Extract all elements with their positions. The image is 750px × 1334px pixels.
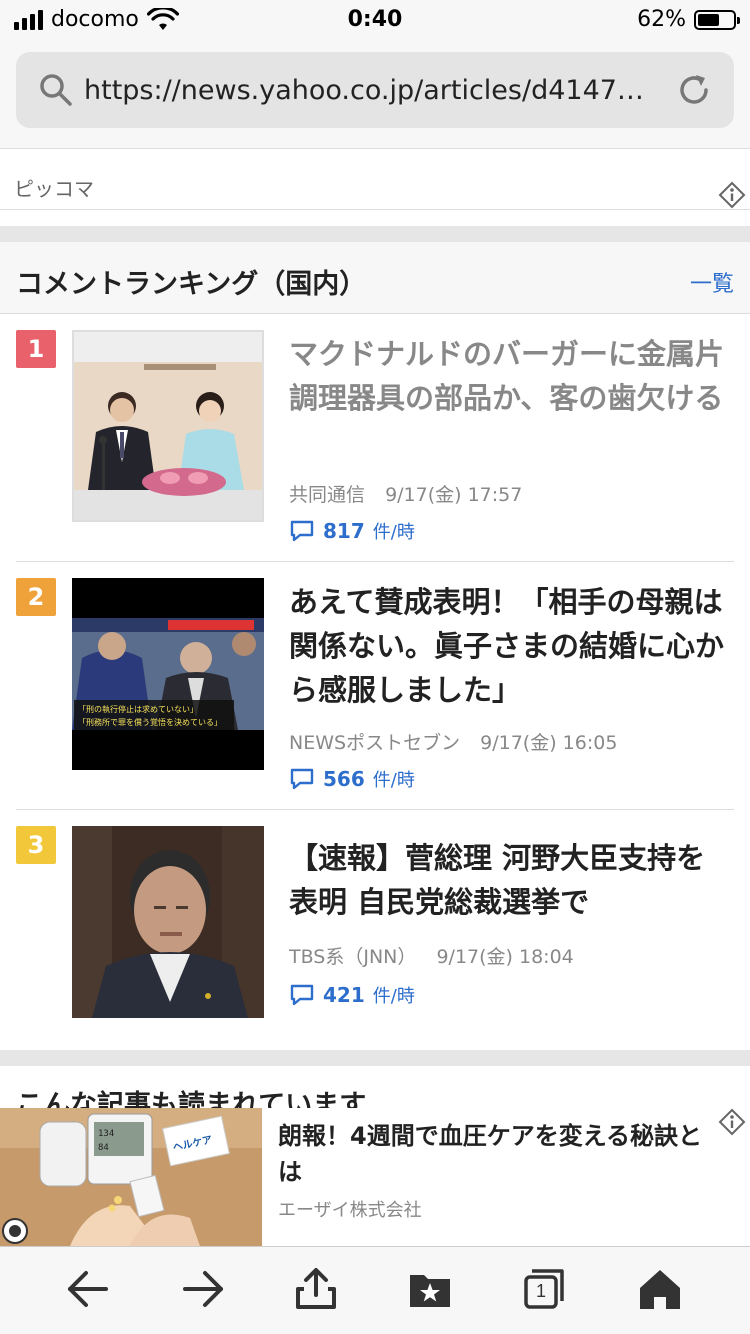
- ad-sponsor: エーザイ株式会社: [278, 1200, 422, 1221]
- thumb-caption-1: 「刑の執行停止は求めていない」: [78, 704, 198, 714]
- comment-count-value: 817: [323, 519, 365, 543]
- battery-icon: [694, 9, 740, 30]
- article-source: NEWSポストセブン: [289, 732, 461, 754]
- share-icon[interactable]: [294, 1267, 338, 1311]
- ad-info-icon[interactable]: [718, 1108, 746, 1136]
- comment-count[interactable]: 817 件/時: [289, 518, 415, 544]
- comment-count[interactable]: 566 件/時: [289, 766, 415, 792]
- url-text[interactable]: https://news.yahoo.co.jp/articles/d4147…: [84, 75, 656, 106]
- article-title[interactable]: あえて賛成表明！「相手の母親は関係ない。眞子さまの結婚に心から感服しました」: [289, 580, 729, 712]
- ranking-item-3[interactable]: 3 【速報】菅総理 河野大臣支持を表明 自民党総裁選挙で TBS系（JNN） 9…: [0, 810, 750, 1040]
- promo-label: ピッコマ: [14, 177, 94, 201]
- thumb-caption-2: 「刑務所で罪を償う覚悟を決めている」: [78, 717, 222, 727]
- back-icon[interactable]: [66, 1267, 110, 1311]
- article-date: 9/17(金) 18:04: [436, 946, 574, 968]
- comment-count[interactable]: 421 件/時: [289, 982, 415, 1008]
- battery-fill: [698, 13, 720, 26]
- rank-badge: 1: [16, 330, 56, 368]
- article-date: 9/17(金) 17:57: [385, 484, 523, 506]
- article-meta: NEWSポストセブン 9/17(金) 16:05: [289, 728, 617, 755]
- status-right: 62%: [637, 7, 740, 32]
- ranking-more-link[interactable]: 一覧: [690, 266, 734, 298]
- reload-icon[interactable]: [674, 70, 714, 110]
- comment-bubble-icon: [290, 984, 314, 1006]
- article-thumbnail: 「刑の執行停止は求めていない」 「刑務所で罪を償う覚悟を決めている」: [72, 578, 264, 770]
- article-date: 9/17(金) 16:05: [480, 732, 618, 754]
- ad-banner[interactable]: 134 84 ヘルケア 朗報！4週間で血圧ケアを変える秘訣とは エーザイ株式会社: [0, 1108, 750, 1246]
- article-thumbnail: [72, 330, 264, 522]
- comment-count-unit: 件/時: [372, 770, 415, 791]
- article-meta: 共同通信 9/17(金) 17:57: [289, 480, 522, 507]
- tabs-button[interactable]: 1: [522, 1267, 566, 1311]
- ad-info-icon[interactable]: [718, 181, 746, 209]
- status-bar: docomo 0:40 62%: [0, 0, 750, 40]
- promo-row[interactable]: ピッコマ: [0, 148, 750, 210]
- ranking-item-1[interactable]: 1 マクドナルドのバーガーに金属片 調理器具の部品か、客の歯欠ける 共同通信 9…: [0, 314, 750, 562]
- tab-count: 1: [535, 1281, 546, 1301]
- article-title[interactable]: 【速報】菅総理 河野大臣支持を表明 自民党総裁選挙で: [289, 836, 729, 924]
- section-gap: [0, 226, 750, 242]
- comment-count-value: 566: [323, 767, 365, 791]
- comment-count-unit: 件/時: [372, 986, 415, 1007]
- comment-bubble-icon: [290, 520, 314, 542]
- ad-image: 134 84 ヘルケア: [0, 1108, 262, 1246]
- rank-badge: 3: [16, 826, 56, 864]
- article-title[interactable]: マクドナルドのバーガーに金属片 調理器具の部品か、客の歯欠ける: [289, 332, 750, 420]
- article-source: TBS系（JNN）: [289, 946, 417, 968]
- address-bar[interactable]: https://news.yahoo.co.jp/articles/d4147…: [16, 52, 734, 128]
- comment-bubble-icon: [290, 768, 314, 790]
- comment-count-unit: 件/時: [372, 522, 415, 543]
- ad-title[interactable]: 朗報！4週間で血圧ケアを変える秘訣とは: [278, 1118, 718, 1190]
- ranking-item-2[interactable]: 2 「刑の執行停止は求めていない」 「刑務所で罪を償う覚悟を決めている」 あえて…: [0, 562, 750, 810]
- svg-text:134: 134: [98, 1129, 114, 1139]
- article-meta: TBS系（JNN） 9/17(金) 18:04: [289, 942, 574, 969]
- forward-icon[interactable]: [181, 1267, 225, 1311]
- search-icon: [40, 74, 72, 106]
- bookmarks-icon[interactable]: [408, 1267, 452, 1311]
- svg-text:84: 84: [98, 1143, 109, 1153]
- home-icon[interactable]: [638, 1267, 682, 1311]
- battery-percent: 62%: [637, 7, 686, 32]
- article-thumbnail: [72, 826, 264, 1018]
- ranking-title: コメントランキング（国内）: [16, 269, 367, 300]
- rank-badge: 2: [16, 578, 56, 616]
- article-source: 共同通信: [289, 484, 366, 506]
- browser-toolbar: 1: [0, 1246, 750, 1334]
- ranking-header: コメントランキング（国内） 一覧: [0, 242, 750, 314]
- comment-count-value: 421: [323, 983, 365, 1007]
- address-bar-container: https://news.yahoo.co.jp/articles/d4147…: [0, 40, 750, 148]
- also-read-title: こんな記事も読まれています: [16, 1090, 367, 1108]
- section-gap: [0, 1050, 750, 1066]
